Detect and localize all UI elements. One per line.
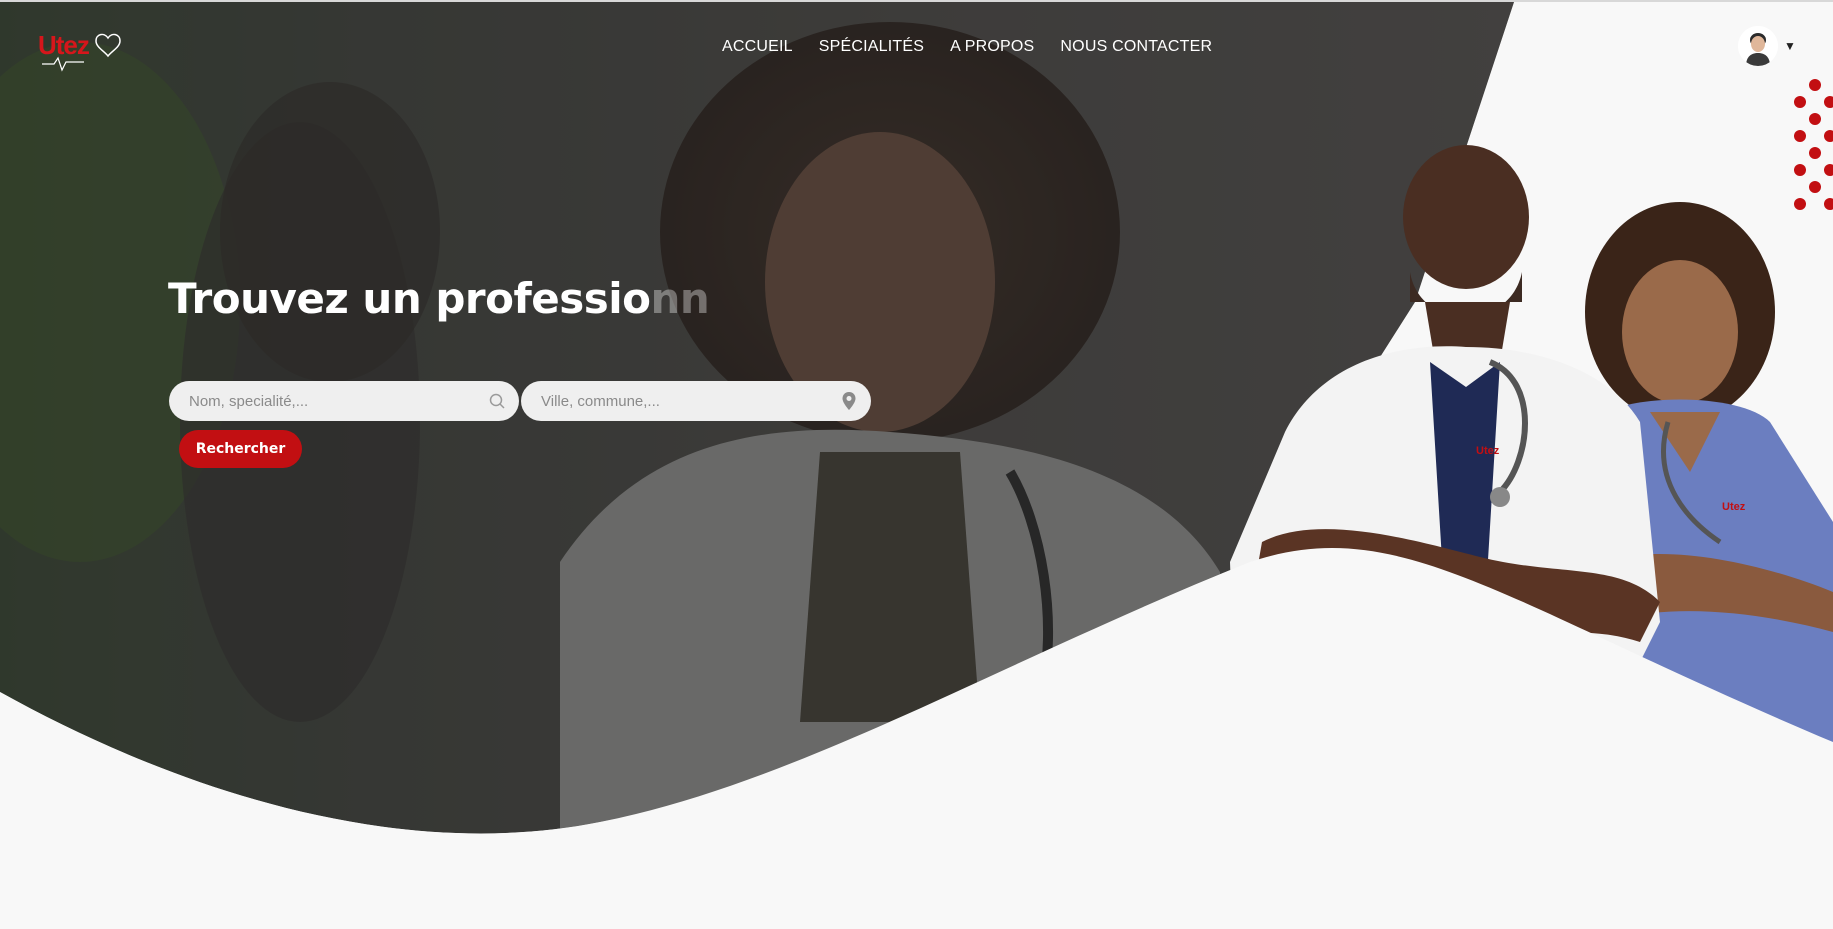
dot-pattern xyxy=(1794,79,1833,210)
headline-typing: nn xyxy=(650,274,710,323)
headline-main: Trouvez un professio xyxy=(168,274,651,323)
avatar[interactable] xyxy=(1738,26,1778,66)
map-pin-icon[interactable] xyxy=(839,391,859,411)
user-menu[interactable]: ▼ xyxy=(1738,26,1796,66)
nurse-coat-logo: Utez xyxy=(1722,501,1746,513)
nav-item-a-propos[interactable]: A PROPOS xyxy=(950,38,1034,56)
query-field xyxy=(169,381,519,421)
brand-logo[interactable]: Utez xyxy=(34,28,124,76)
nav-item-specialites[interactable]: SPÉCIALITÉS xyxy=(819,38,924,56)
chevron-down-icon[interactable]: ▼ xyxy=(1784,39,1796,53)
search-button[interactable]: Rechercher xyxy=(179,430,302,468)
query-input[interactable] xyxy=(169,381,519,421)
hero-headline: Trouvez un professionn xyxy=(168,274,710,323)
nav-item-nous-contacter[interactable]: NOUS CONTACTER xyxy=(1060,38,1212,56)
nav-item-accueil[interactable]: ACCUEIL xyxy=(722,38,793,56)
location-input[interactable] xyxy=(521,381,871,421)
location-field xyxy=(521,381,871,421)
user-avatar-image xyxy=(1738,26,1778,66)
main-nav: ACCUEIL SPÉCIALITÉS A PROPOS NOUS CONTAC… xyxy=(722,38,1212,56)
doctor-coat-logo: Utez xyxy=(1476,445,1500,457)
search-icon[interactable] xyxy=(487,391,507,411)
search-bar xyxy=(169,381,871,421)
page: Utez Utez Utez ACCUEIL SPÉCIALITÉS A PRO… xyxy=(0,0,1833,929)
heartbeat-icon xyxy=(42,33,121,72)
